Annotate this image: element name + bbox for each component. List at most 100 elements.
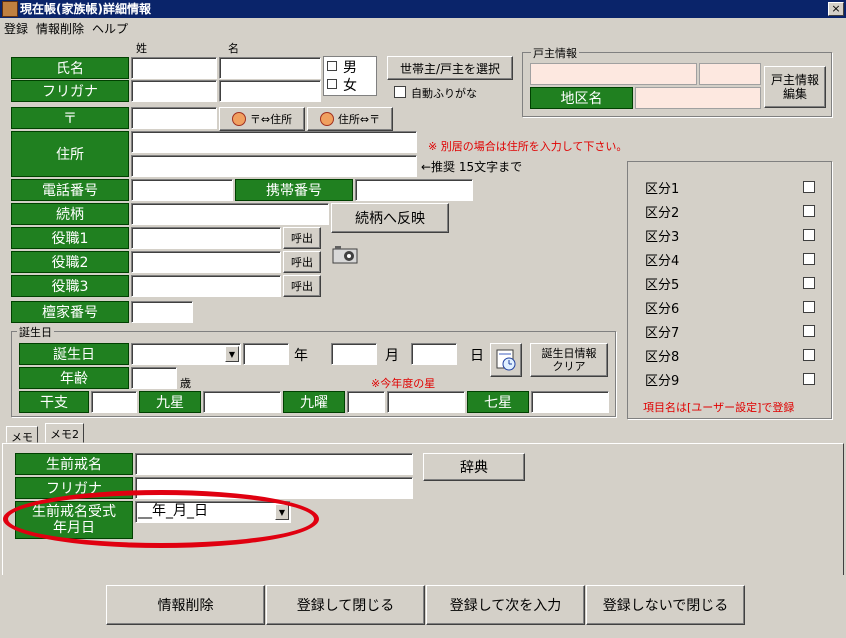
title-bar: 現在帳(家族帳)詳細情報 [0, 0, 846, 18]
select-head-button[interactable]: 世帯主/戸主を選択 [387, 56, 513, 80]
role2-input[interactable] [131, 251, 281, 273]
phone-label: 電話番号 [11, 179, 129, 201]
auto-furigana-checkbox[interactable] [394, 86, 406, 98]
role3-call-button[interactable]: 呼出 [283, 275, 321, 297]
category-checkbox[interactable] [803, 277, 815, 289]
save-next-button[interactable]: 登録して次を入力 [426, 585, 585, 625]
reflect-relation-button[interactable]: 続柄へ反映 [331, 203, 449, 233]
address-input-1[interactable] [131, 131, 417, 153]
tab-memo2[interactable]: メモ2 [45, 423, 84, 443]
category-checkbox[interactable] [803, 229, 815, 241]
birthday-label: 誕生日 [19, 343, 129, 365]
category-checkbox[interactable] [803, 325, 815, 337]
zip-label: 〒 [11, 107, 129, 129]
role1-call-button[interactable]: 呼出 [283, 227, 321, 249]
name-label: 氏名 [11, 57, 129, 79]
zip-to-address-label: 〒⇔住所 [249, 113, 293, 126]
age-input[interactable] [131, 367, 177, 389]
female-checkbox[interactable] [327, 79, 337, 89]
category-checkbox[interactable] [803, 373, 815, 385]
phone-input[interactable] [131, 179, 233, 201]
role2-call-button[interactable]: 呼出 [283, 251, 321, 273]
category-label: 区分1 [645, 182, 680, 197]
save-close-button[interactable]: 登録して閉じる [266, 585, 425, 625]
kuyo-input1[interactable] [347, 391, 385, 413]
category-note: 項目名は[ユーザー設定]で登録 [643, 401, 795, 414]
tab-memo[interactable]: メモ [6, 426, 38, 444]
month-unit: 月 [385, 348, 399, 364]
category-label: 区分4 [645, 254, 680, 269]
role3-label: 役職3 [11, 275, 129, 297]
calendar-button[interactable] [490, 343, 522, 377]
category-checkbox[interactable] [803, 349, 815, 361]
address-label: 住所 [11, 131, 129, 177]
category-checkbox[interactable] [803, 301, 815, 313]
mei-header: 名 [228, 42, 239, 55]
birth-year-input[interactable] [243, 343, 289, 365]
sei-header: 姓 [136, 42, 147, 55]
menu-help[interactable]: ヘルプ [88, 20, 132, 38]
male-checkbox[interactable] [327, 61, 337, 71]
category-label: 区分5 [645, 278, 680, 293]
address-hint: ←推奨 15文字まで [421, 160, 523, 174]
category-label: 区分9 [645, 374, 680, 389]
role3-input[interactable] [131, 275, 281, 297]
male-label: 男 [343, 60, 357, 76]
camera-icon[interactable] [331, 243, 361, 265]
clear-birth-button[interactable]: 誕生日情報 クリア [530, 343, 608, 377]
zip-to-address-button[interactable]: 〒⇔住所 [219, 107, 305, 131]
zip-input[interactable] [131, 107, 217, 129]
kuyo-input2[interactable] [387, 391, 465, 413]
relation-label: 続柄 [11, 203, 129, 225]
chevron-down-icon[interactable]: ▼ [225, 346, 239, 362]
furigana-label: フリガナ [11, 80, 129, 102]
close-nosave-button[interactable]: 登録しないで閉じる [586, 585, 745, 625]
category-checkbox[interactable] [803, 253, 815, 265]
shichisei-input[interactable] [531, 391, 609, 413]
address-to-zip-label: 住所⇔〒 [337, 113, 381, 126]
year-unit: 年 [294, 348, 308, 364]
menu-delete-info[interactable]: 情報削除 [32, 20, 88, 38]
role1-label: 役職1 [11, 227, 129, 249]
kyusei-input[interactable] [203, 391, 281, 413]
koshu-name2-field [699, 63, 761, 85]
address-to-zip-button[interactable]: 住所⇔〒 [307, 107, 393, 131]
category-label: 区分6 [645, 302, 680, 317]
category-label: 区分3 [645, 230, 680, 245]
koshu-name-field [530, 63, 697, 85]
app-icon [2, 1, 18, 17]
mei-input[interactable] [219, 57, 321, 79]
eto-label: 干支 [19, 391, 89, 413]
auto-furigana-label: 自動ふりがな [411, 87, 477, 100]
age-unit: 歳 [180, 377, 191, 390]
close-button[interactable]: × [828, 2, 844, 16]
highlight-oval [3, 490, 319, 548]
kuyo-label: 九曜 [283, 391, 345, 413]
birth-group-label: 誕生日 [17, 324, 54, 340]
kaimyo-label: 生前戒名 [15, 453, 133, 475]
area-label: 地区名 [530, 87, 633, 109]
menu-register[interactable]: 登録 [0, 20, 32, 38]
birth-month-input[interactable] [331, 343, 377, 365]
mei-furigana-input[interactable] [219, 80, 321, 102]
sei-input[interactable] [131, 57, 217, 79]
danka-input[interactable] [131, 301, 193, 323]
kyusei-label: 九星 [139, 391, 201, 413]
delete-info-button[interactable]: 情報削除 [106, 585, 265, 625]
relation-input[interactable] [131, 203, 329, 225]
category-checkbox[interactable] [803, 181, 815, 193]
age-label: 年齢 [19, 367, 129, 389]
danka-label: 檀家番号 [11, 301, 129, 323]
category-checkbox[interactable] [803, 205, 815, 217]
face-icon [319, 112, 334, 126]
kaimyo-input[interactable] [135, 453, 413, 475]
eto-input[interactable] [91, 391, 137, 413]
mobile-label: 携帯番号 [235, 179, 353, 201]
birth-day-input[interactable] [411, 343, 457, 365]
dictionary-button[interactable]: 辞典 [423, 453, 525, 481]
address-input-2[interactable] [131, 155, 417, 177]
role1-input[interactable] [131, 227, 281, 249]
mobile-input[interactable] [355, 179, 473, 201]
sei-furigana-input[interactable] [131, 80, 217, 102]
edit-koshu-button[interactable]: 戸主情報 編集 [764, 66, 826, 108]
